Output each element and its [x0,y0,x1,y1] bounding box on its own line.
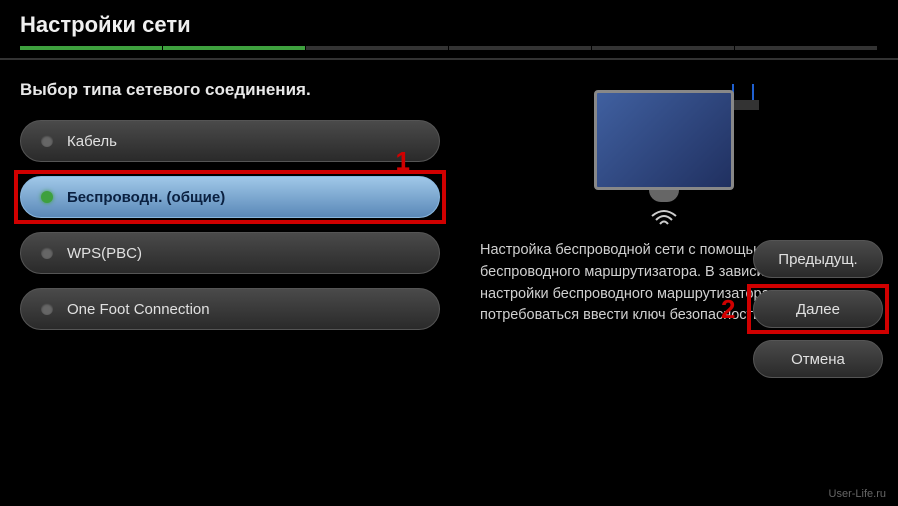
radio-indicator-icon [41,135,53,147]
header: Настройки сети [0,0,898,60]
connection-illustration [574,80,774,220]
annotation-marker-1: 1 [396,146,410,177]
tv-icon [594,90,734,190]
option-onefoot[interactable]: One Foot Connection [20,288,440,330]
radio-indicator-icon [41,191,53,203]
progress-bar [20,46,878,50]
option-wireless[interactable]: Беспроводн. (общие) [20,176,440,218]
option-label: One Foot Connection [67,301,210,318]
section-subtitle: Выбор типа сетевого соединения. [20,80,440,100]
connection-type-list: Кабель 1 Беспроводн. (общие) WPS(PBC) [20,120,440,330]
cancel-button[interactable]: Отмена [753,340,883,378]
radio-indicator-icon [41,303,53,315]
navigation-buttons: Предыдущ. 2 Далее Отмена [753,240,883,378]
previous-button[interactable]: Предыдущ. [753,240,883,278]
option-label: Кабель [67,133,117,150]
next-button[interactable]: Далее [753,290,883,328]
watermark: User-Life.ru [829,488,886,500]
wifi-icon [649,208,679,228]
annotation-marker-2: 2 [721,294,735,325]
option-label: Беспроводн. (общие) [67,189,225,206]
page-title: Настройки сети [20,12,878,38]
option-label: WPS(PBC) [67,245,142,262]
options-panel: Выбор типа сетевого соединения. Кабель 1… [20,80,440,330]
option-wps[interactable]: WPS(PBC) [20,232,440,274]
option-cable[interactable]: Кабель [20,120,440,162]
radio-indicator-icon [41,247,53,259]
